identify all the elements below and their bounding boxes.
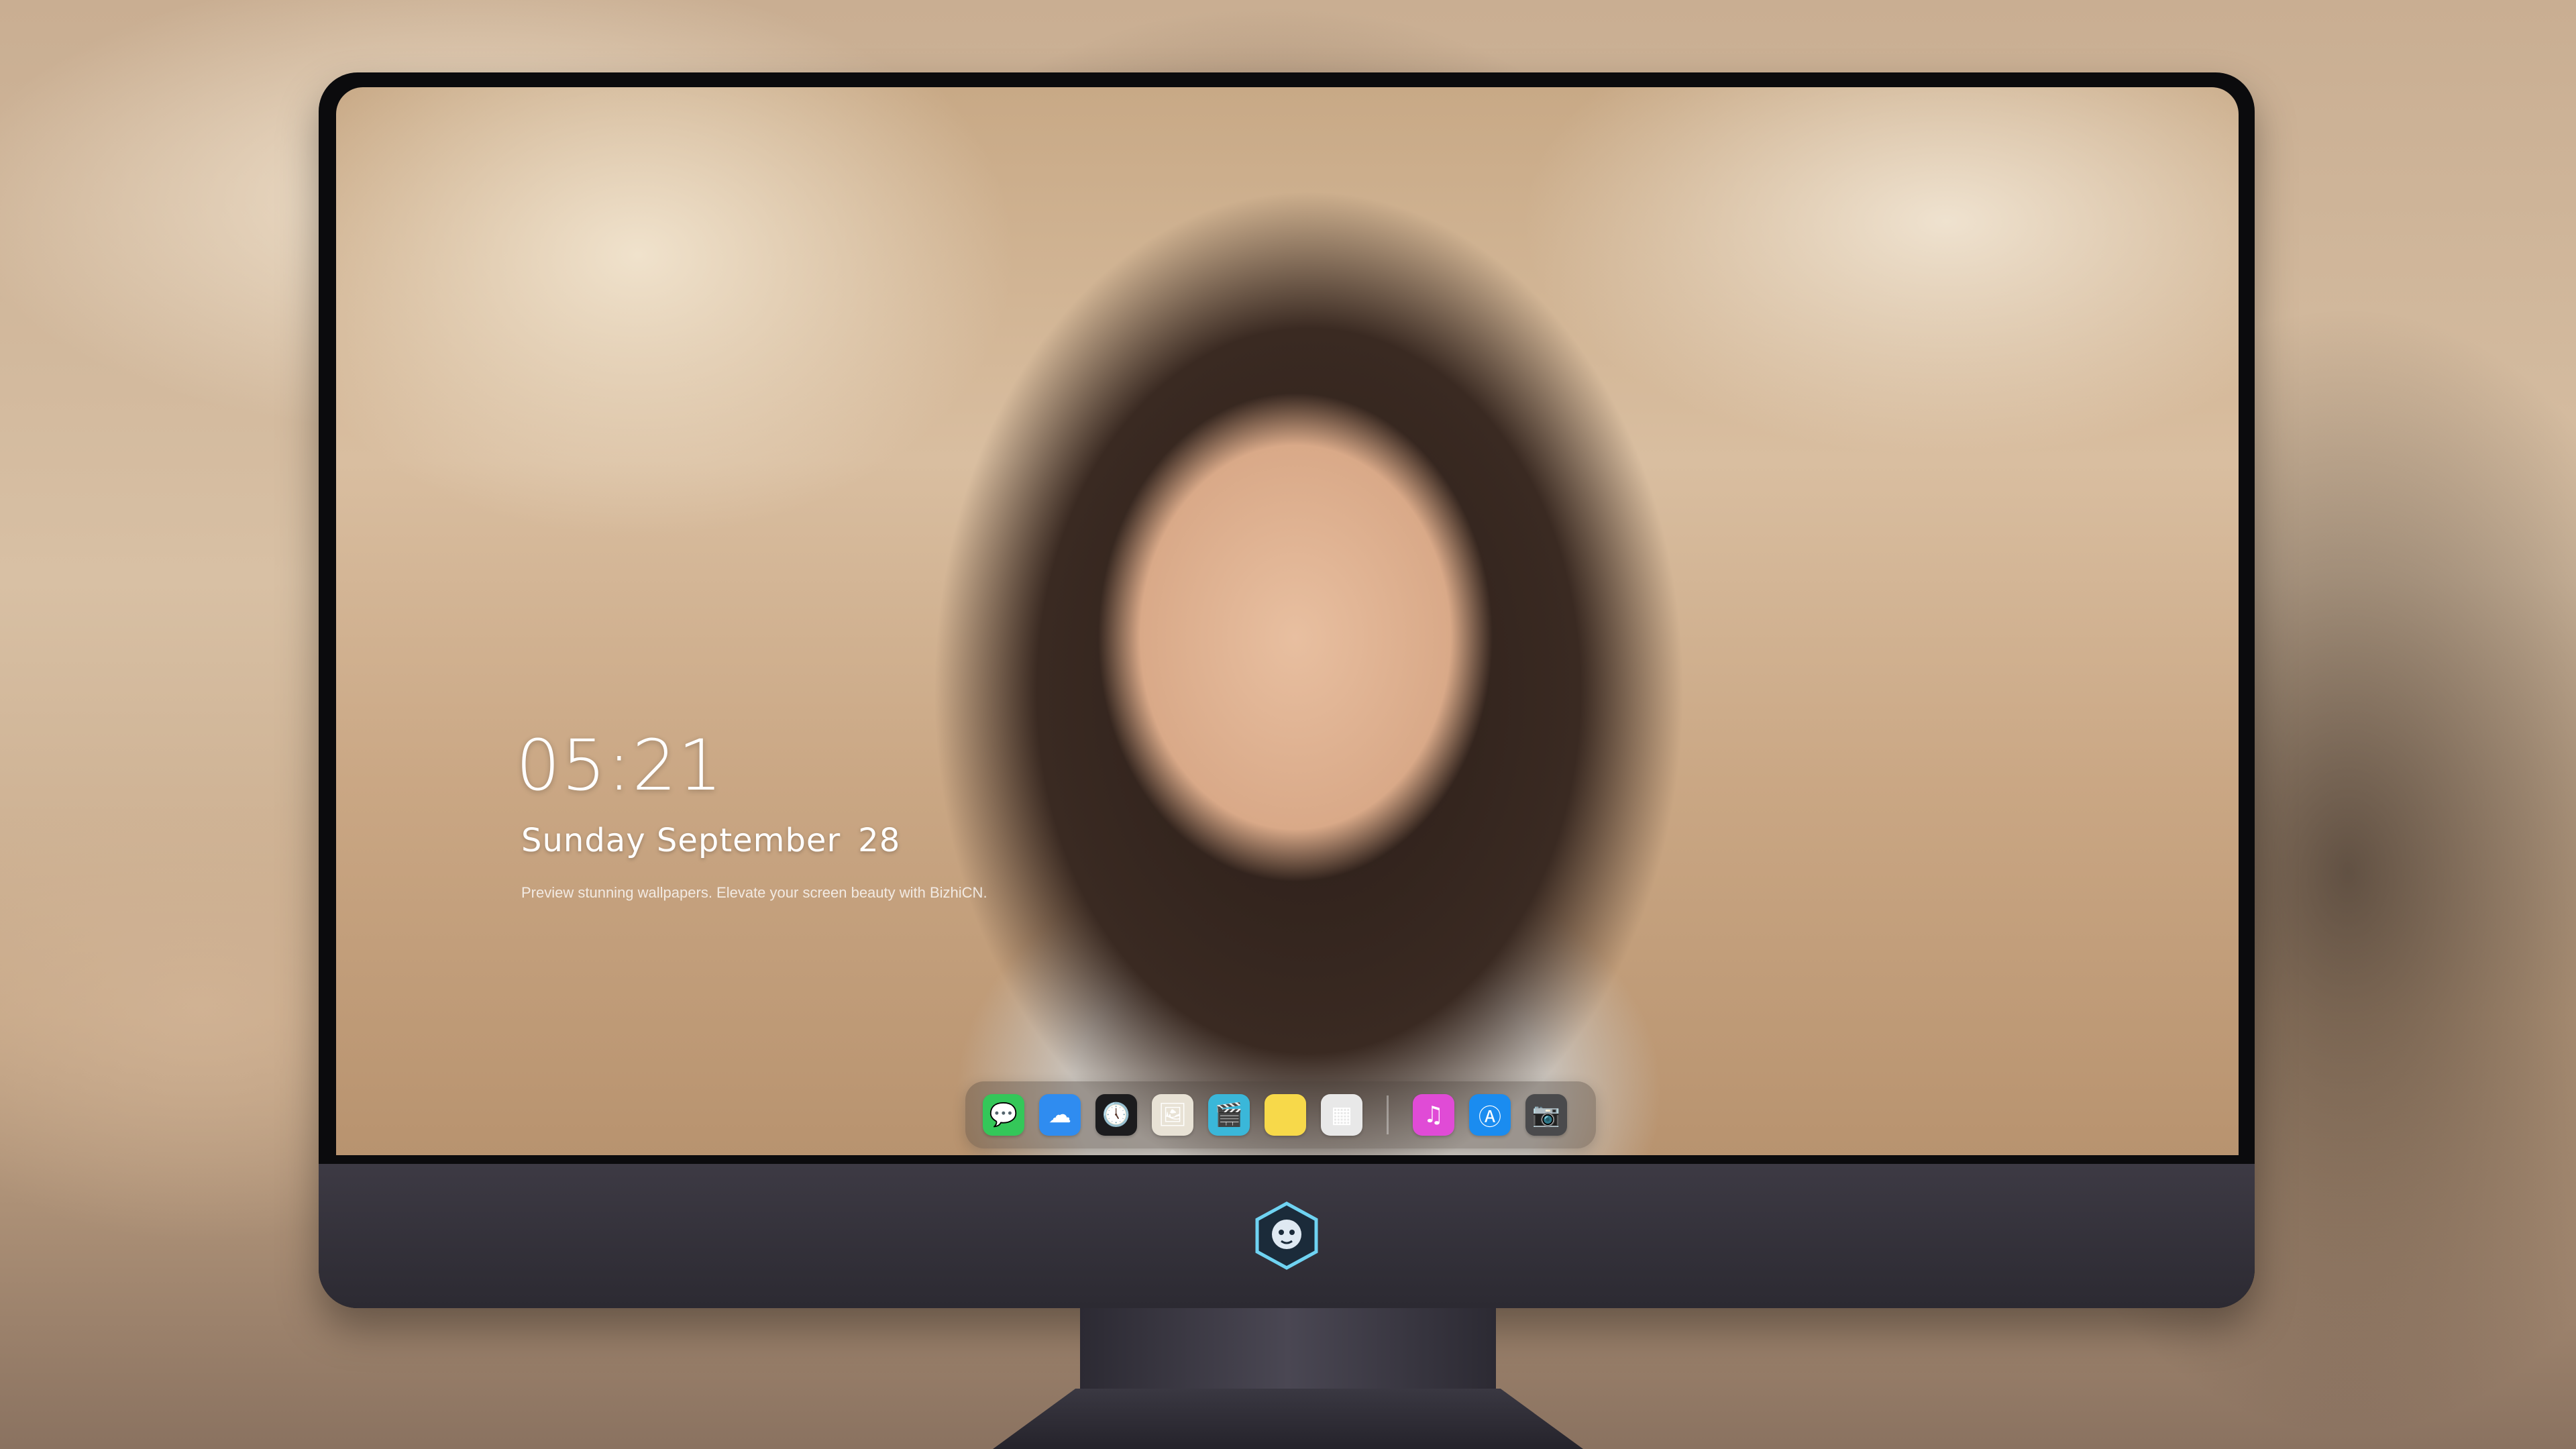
notes-icon[interactable] xyxy=(1265,1094,1306,1136)
clock-glyph: 🕔 xyxy=(1102,1102,1131,1128)
weather-icon[interactable]: ☁ xyxy=(1039,1094,1081,1136)
photos-glyph: ▦ xyxy=(1330,1102,1353,1128)
messages-glyph: 💬 xyxy=(989,1102,1018,1128)
date-weekday-month: Sunday September xyxy=(521,822,841,859)
music-icon[interactable]: ♫ xyxy=(1413,1094,1454,1136)
blurred-background: 05:21 Sunday September 28 Preview stunnin… xyxy=(0,0,2576,1449)
app-store-glyph: Ⓐ xyxy=(1479,1104,1501,1131)
weather-glyph: ☁ xyxy=(1049,1102,1071,1128)
app-store-icon[interactable]: Ⓐ xyxy=(1469,1094,1511,1136)
brand-logo-icon xyxy=(1255,1201,1318,1270)
wallpaper-tagline: Preview stunning wallpapers. Elevate you… xyxy=(521,884,987,901)
date-day: 28 xyxy=(858,822,901,859)
clips-icon[interactable]: 🎬 xyxy=(1208,1094,1250,1136)
dock: 💬 ☁ 🕔 🖼 🎬 ▦ ♫ Ⓐ 📷 xyxy=(965,1081,1596,1148)
camera-glyph: 📷 xyxy=(1532,1102,1561,1128)
messages-icon[interactable]: 💬 xyxy=(983,1094,1024,1136)
preview-glyph: 🖼 xyxy=(1158,1102,1187,1128)
desktop-wallpaper: 05:21 Sunday September 28 Preview stunnin… xyxy=(336,87,2239,1155)
camera-icon[interactable]: 📷 xyxy=(1525,1094,1567,1136)
music-glyph: ♫ xyxy=(1423,1102,1444,1128)
clock-icon[interactable]: 🕔 xyxy=(1095,1094,1137,1136)
photos-icon[interactable]: ▦ xyxy=(1321,1094,1362,1136)
monitor-stand-base xyxy=(993,1389,1583,1449)
clips-glyph: 🎬 xyxy=(1214,1102,1244,1128)
preview-icon[interactable]: 🖼 xyxy=(1152,1094,1193,1136)
dock-separator xyxy=(1387,1095,1389,1134)
lock-screen-date: Sunday September 28 xyxy=(521,822,900,859)
lock-screen-time: 05:21 xyxy=(516,724,724,806)
